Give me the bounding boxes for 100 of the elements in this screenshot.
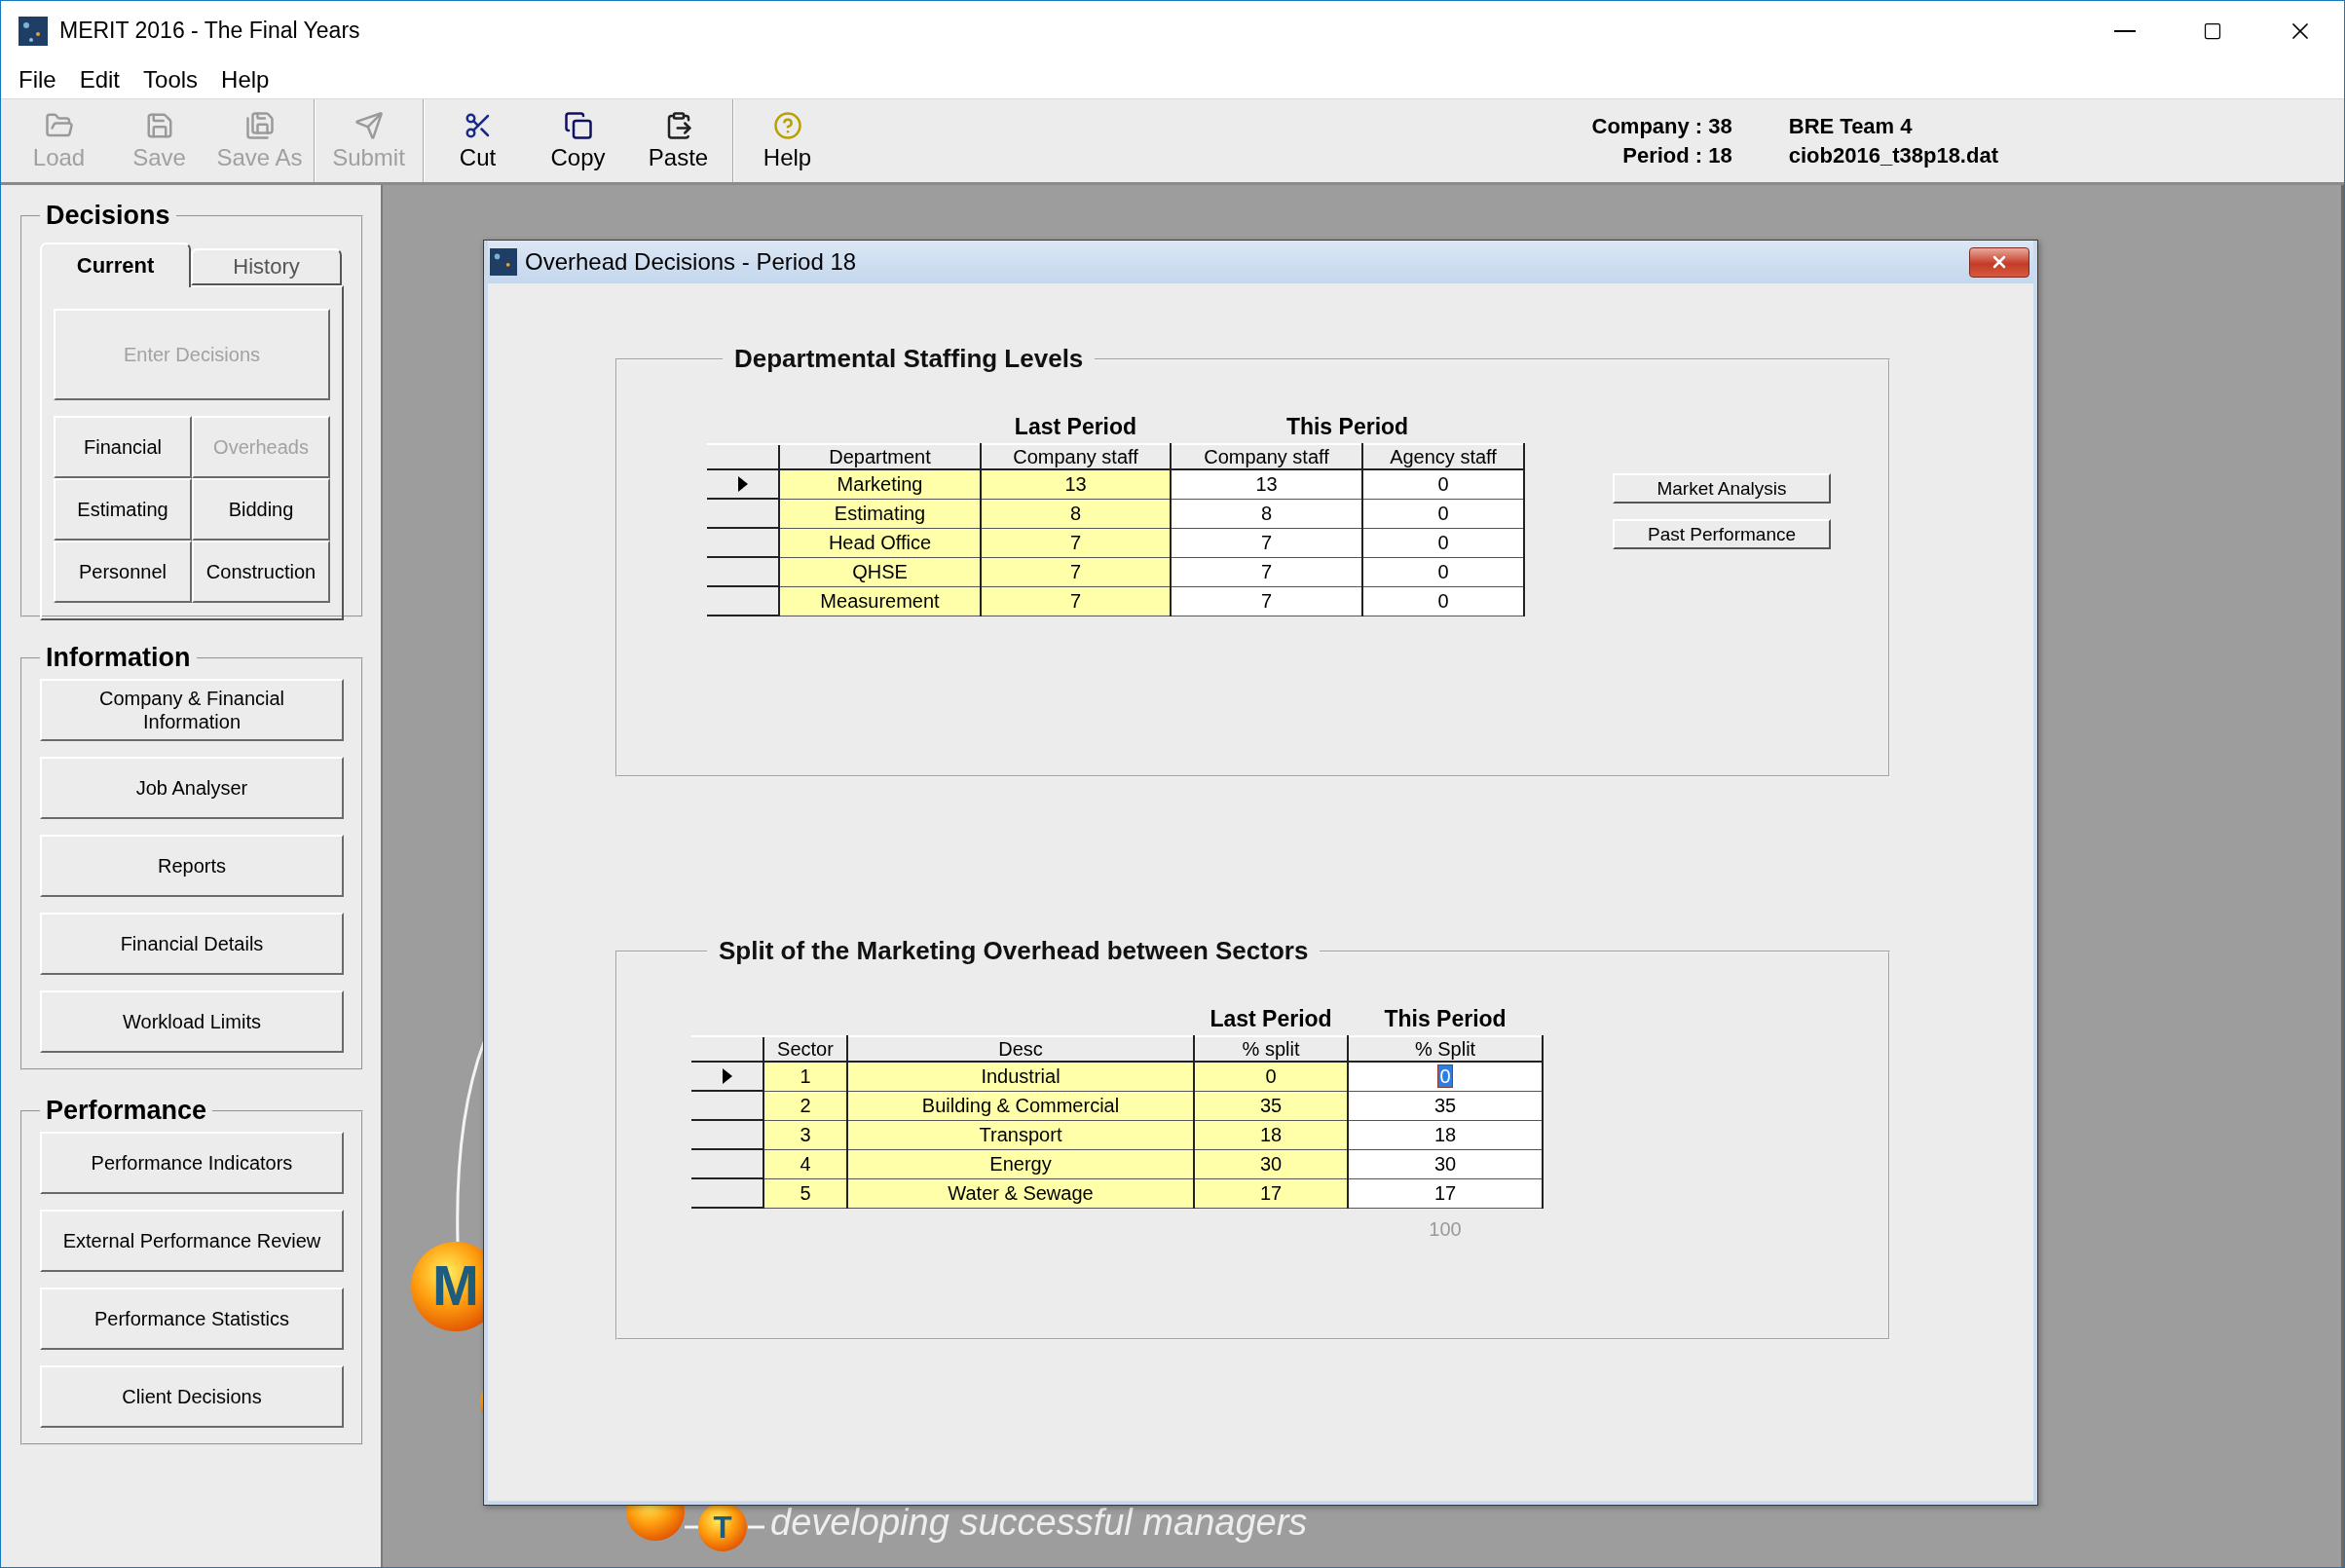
selected-cell-text[interactable]: 0: [1438, 1064, 1452, 1087]
table-cell: Building & Commercial: [847, 1091, 1195, 1120]
app-icon: [19, 16, 48, 46]
nav-button[interactable]: Estimating: [54, 478, 192, 541]
table-cell: Estimating: [779, 499, 981, 528]
column-header: Desc: [847, 1036, 1195, 1062]
column-group-heading: This Period: [1348, 1003, 1544, 1036]
menu-item[interactable]: Tools: [131, 65, 210, 93]
table-cell: 35: [1194, 1091, 1349, 1120]
table-cell: 5: [763, 1178, 847, 1208]
info-label: Company : 38: [1591, 113, 1732, 139]
nav-button[interactable]: Financial Details: [40, 913, 344, 975]
table-cell[interactable]: 7: [1171, 586, 1362, 616]
menu-item[interactable]: Edit: [67, 65, 132, 93]
table-cell[interactable]: 8: [1171, 499, 1362, 528]
table-cell: 13: [981, 469, 1171, 499]
group-title: Decisions: [45, 201, 171, 231]
nav-button[interactable]: Bidding: [192, 478, 330, 541]
menu-item[interactable]: File: [7, 65, 68, 93]
row-header[interactable]: [691, 1091, 763, 1120]
action-button[interactable]: Past Performance: [1613, 519, 1831, 549]
column-group-heading: Last Period: [1194, 1003, 1349, 1036]
nav-button[interactable]: Company & Financial Information: [40, 679, 344, 741]
floppy-disks-icon: [244, 110, 275, 140]
table-cell[interactable]: 35: [1348, 1091, 1544, 1120]
table-cell[interactable]: 0: [1362, 499, 1524, 528]
row-header[interactable]: [691, 1149, 763, 1178]
action-button[interactable]: Market Analysis: [1613, 473, 1831, 504]
table-cell[interactable]: 30: [1348, 1149, 1544, 1178]
table-cell[interactable]: 18: [1348, 1120, 1544, 1149]
info-value: BRE Team 4: [1788, 113, 1914, 139]
table-cell[interactable]: 7: [1171, 557, 1362, 586]
column-header: % Split: [1348, 1036, 1544, 1062]
nav-button[interactable]: External Performance Review: [40, 1210, 344, 1272]
section-title: Split of the Marketing Overhead between Sectors: [718, 936, 1310, 966]
nav-button[interactable]: Client Decisions: [40, 1365, 344, 1428]
column-group-heading: Last Period: [981, 411, 1171, 444]
row-header[interactable]: [691, 1120, 763, 1149]
info-value: ciob2016_t38p18.dat: [1788, 142, 1998, 168]
nav-button[interactable]: Construction: [192, 541, 330, 603]
logo-tagline: developing successful managers: [770, 1502, 1308, 1544]
tab[interactable]: Current: [40, 243, 191, 287]
row-header[interactable]: [707, 557, 779, 586]
table-cell: 1: [763, 1062, 847, 1091]
table-cell[interactable]: 7: [1171, 528, 1362, 557]
column-header: Company staff: [1171, 444, 1362, 469]
row-header[interactable]: [707, 528, 779, 557]
row-header[interactable]: [707, 586, 779, 616]
table-cell: 2: [763, 1091, 847, 1120]
table-cell: 17: [1194, 1178, 1349, 1208]
table-cell[interactable]: 0: [1362, 557, 1524, 586]
menu-item[interactable]: Help: [209, 65, 281, 93]
group-title: Information: [45, 643, 192, 673]
table-cell[interactable]: 0: [1362, 586, 1524, 616]
table-cell: 7: [981, 528, 1171, 557]
table-cell: 18: [1194, 1120, 1349, 1149]
help-icon: [772, 110, 802, 140]
app-icon: [490, 248, 517, 276]
table-cell: Measurement: [779, 586, 981, 616]
logo-letter: T: [713, 1510, 732, 1545]
column-header: Department: [779, 444, 981, 469]
toolbar-button[interactable]: Paste: [628, 103, 728, 178]
toolbar-button[interactable]: Help: [737, 103, 838, 178]
nav-button[interactable]: Workload Limits: [40, 990, 344, 1053]
maximize-icon: [2203, 20, 2222, 41]
row-header[interactable]: [691, 1062, 763, 1091]
row-header[interactable]: [707, 499, 779, 528]
table-cell: 4: [763, 1149, 847, 1178]
dialog-title: Overhead Decisions - Period 18: [525, 248, 857, 276]
total-value: 100: [1348, 1208, 1544, 1242]
nav-button[interactable]: Performance Indicators: [40, 1132, 344, 1194]
nav-button[interactable]: Job Analyser: [40, 757, 344, 819]
info-label: Period : 18: [1621, 142, 1732, 168]
table-cell[interactable]: 0: [1348, 1062, 1544, 1091]
nav-button[interactable]: Financial: [54, 416, 192, 478]
table-cell[interactable]: 13: [1171, 469, 1362, 499]
paper-plane-icon: [354, 110, 384, 140]
minimize-icon: [2114, 29, 2136, 32]
close-button[interactable]: [1969, 246, 2029, 278]
row-header[interactable]: [707, 469, 779, 499]
dash-line: [685, 1525, 698, 1529]
column-group-heading: This Period: [1171, 411, 1524, 444]
table-cell: 30: [1194, 1149, 1349, 1178]
toolbar-button[interactable]: Copy: [528, 103, 628, 178]
table-cell: QHSE: [779, 557, 981, 586]
tab[interactable]: History: [191, 248, 342, 285]
toolbar-button[interactable]: Cut: [428, 103, 528, 178]
nav-button[interactable]: Reports: [40, 835, 344, 897]
copy-icon: [563, 110, 593, 140]
table-cell[interactable]: 17: [1348, 1178, 1544, 1208]
table-cell: Industrial: [847, 1062, 1195, 1091]
group-title: Performance: [45, 1096, 208, 1126]
nav-button[interactable]: Personnel: [54, 541, 192, 603]
table-cell[interactable]: 0: [1362, 528, 1524, 557]
table-cell: 8: [981, 499, 1171, 528]
nav-button[interactable]: Performance Statistics: [40, 1288, 344, 1350]
table-cell[interactable]: 0: [1362, 469, 1524, 499]
row-header[interactable]: [691, 1178, 763, 1208]
dash-line: [748, 1525, 764, 1529]
table-cell: Marketing: [779, 469, 981, 499]
